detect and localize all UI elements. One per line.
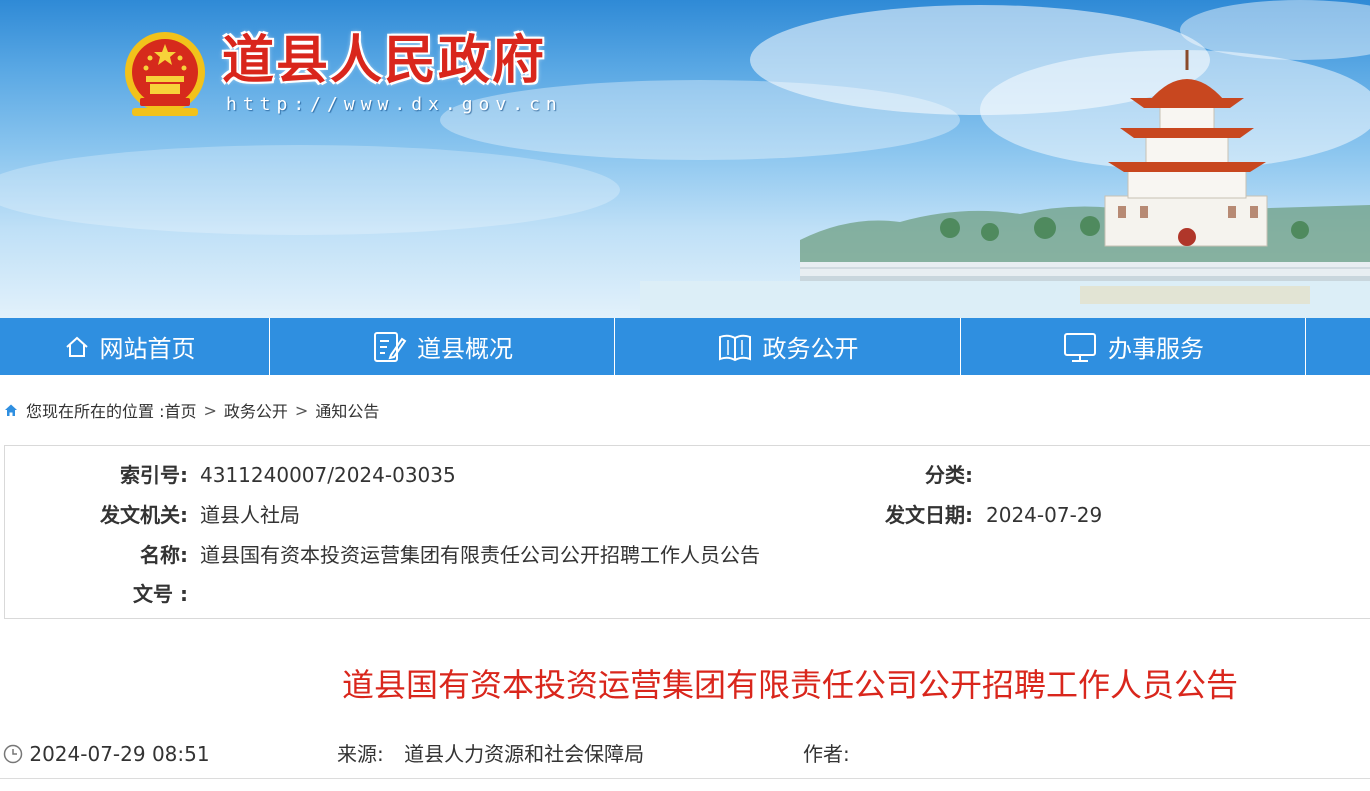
meta-docno-row: 文号 :: [5, 579, 188, 609]
meta-name-label: 名称:: [140, 543, 188, 567]
open-book-icon: [718, 334, 751, 361]
breadcrumb: 您现在所在的位置 : 首页 > 政务公开 > 通知公告: [0, 398, 379, 422]
article-source-label: 来源:: [337, 742, 384, 766]
article-source: 来源: 道县人力资源和社会保障局: [337, 739, 644, 769]
monitor-icon: [1064, 332, 1096, 362]
meta-issuer-label: 发文机关:: [100, 503, 188, 527]
breadcrumb-prefix: 您现在所在的位置 :: [26, 402, 165, 421]
article-author: 作者:: [803, 739, 850, 769]
divider: [0, 778, 1370, 779]
nav-home[interactable]: 网站首页: [0, 318, 270, 375]
article-title: 道县国有资本投资运营集团有限责任公司公开招聘工作人员公告: [341, 666, 1238, 704]
nav-government-affairs[interactable]: 政务公开: [615, 318, 961, 375]
nav-more[interactable]: [1306, 318, 1370, 375]
breadcrumb-home-link[interactable]: 首页: [164, 398, 196, 422]
document-meta-box: 索引号: 4311240007/2024-03035 发文机关: 道县人社局 名…: [4, 445, 1370, 619]
home-icon: [65, 336, 88, 357]
meta-date-label: 发文日期:: [885, 503, 973, 527]
meta-issuer-value: 道县人社局: [200, 503, 300, 527]
site-url: http://www.dx.gov.cn: [226, 94, 563, 115]
main-nav: 网站首页 道县概况 政务公开 办事服务: [0, 318, 1370, 375]
article-datetime-text: 2024-07-29 08:51: [29, 742, 210, 766]
meta-index-value: 4311240007/2024-03035: [200, 463, 456, 487]
document-edit-icon: [374, 331, 407, 362]
meta-name-value: 道县国有资本投资运营集团有限责任公司公开招聘工作人员公告: [200, 543, 760, 567]
meta-index-label: 索引号:: [120, 463, 188, 487]
header-banner: 道县人民政府 http://www.dx.gov.cn: [0, 0, 1370, 318]
meta-date-value: 2024-07-29: [986, 503, 1103, 527]
breadcrumb-gov-affairs-link[interactable]: 政务公开: [224, 398, 288, 422]
article-author-label: 作者:: [803, 742, 850, 766]
nav-county-overview-label: 道县概况: [417, 335, 513, 363]
nav-government-affairs-label: 政务公开: [762, 335, 859, 363]
home-icon: [5, 404, 17, 416]
meta-docno-label: 文号 :: [133, 582, 188, 606]
national-emblem-icon: [125, 32, 205, 116]
breadcrumb-separator: >: [203, 400, 217, 420]
meta-name-row: 名称:: [5, 540, 188, 570]
breadcrumb-notices-link[interactable]: 通知公告: [315, 398, 379, 422]
meta-date-row: 发文日期:: [705, 500, 973, 530]
nav-services[interactable]: 办事服务: [961, 318, 1306, 375]
nav-home-label: 网站首页: [99, 335, 196, 363]
nav-services-label: 办事服务: [1108, 335, 1204, 363]
meta-category-label: 分类:: [925, 463, 973, 487]
site-title: 道县人民政府: [222, 30, 547, 91]
meta-index-row: 索引号:: [5, 460, 188, 490]
clock-icon: [3, 744, 23, 764]
article-datetime: 2024-07-29 08:51: [3, 739, 210, 769]
article-source-value: 道县人力资源和社会保障局: [404, 742, 645, 766]
nav-county-overview[interactable]: 道县概况: [270, 318, 615, 375]
meta-issuer-row: 发文机关:: [5, 500, 188, 530]
breadcrumb-separator: >: [294, 400, 309, 420]
meta-category-row: 分类:: [705, 460, 973, 490]
